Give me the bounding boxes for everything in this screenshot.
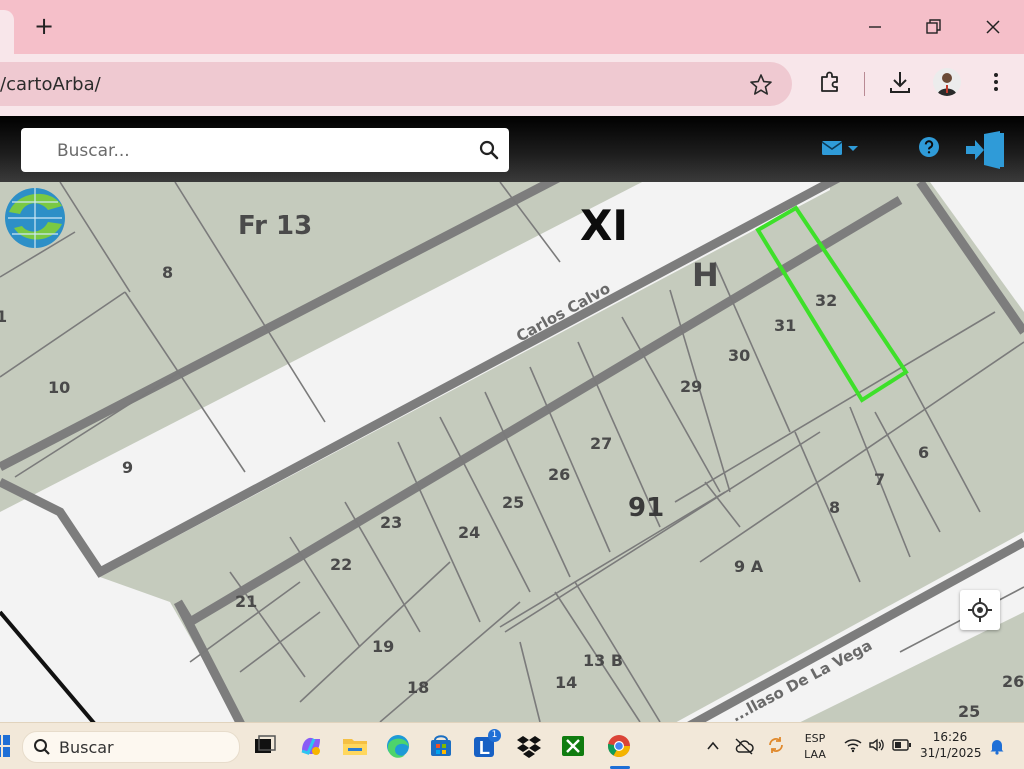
parcel-label: 6 [918,443,929,462]
close-window-button[interactable] [978,12,1008,42]
street-left [0,577,239,722]
minimize-icon [869,26,881,28]
profile-avatar[interactable] [933,68,961,96]
parcel-label: 10 [48,378,70,397]
chevron-up-icon[interactable] [706,739,720,753]
xbox-icon[interactable] [558,731,588,761]
parcel-label: 1 [0,307,7,326]
parcel-label: 9 A [734,557,764,576]
wifi-icon[interactable] [844,737,862,753]
parcel-label: 26 [1002,672,1024,691]
parcel-label: 9 [122,458,133,477]
parcel-label: 27 [590,434,612,453]
logout-icon[interactable] [964,130,1006,170]
lync-app[interactable]: L 1 [470,729,501,761]
dropbox-icon[interactable] [514,731,544,761]
start-icon[interactable] [0,735,10,757]
sync-icon[interactable] [766,735,786,755]
parcel-label: 29 [680,377,702,396]
parcel-label: 32 [815,291,837,310]
parcel-label: 25 [502,493,524,512]
person-icon [937,73,957,96]
parcel-label: 26 [548,465,570,484]
envelope-icon [821,141,843,155]
parcel-label: 22 [330,555,352,574]
parcel-label: 8 [162,263,173,282]
app-header [0,116,1024,182]
street-carlos-calvo [0,182,830,577]
download-icon[interactable] [886,68,914,96]
restore-icon [926,19,941,34]
bookmark-star-icon[interactable] [748,72,774,98]
chrome-icon[interactable] [604,731,634,761]
search-icon[interactable] [477,138,501,162]
extensions-icon[interactable] [816,68,844,96]
street-right [930,182,1024,312]
parcel-label: 31 [774,316,796,335]
task-view-icon[interactable] [250,731,280,761]
parcel-label: 23 [380,513,402,532]
parcel-label: 8 [829,498,840,517]
notification-bell-icon[interactable] [988,737,1006,755]
parcel-label: 21 [235,592,257,611]
cadastral-map[interactable]: Fr 13 XI H 91 Carlos Calvo ...llaso De L… [0,182,1024,722]
taskbar-search[interactable]: Buscar [22,731,240,763]
search-icon [34,739,50,755]
cloud-offline-icon[interactable] [734,737,754,755]
battery-icon[interactable] [892,739,912,751]
volume-icon[interactable] [868,737,886,753]
map-canvas[interactable]: Fr 13 XI H 91 Carlos Calvo ...llaso De L… [0,182,1024,722]
browser-tab-strip: + [0,0,1024,54]
taskbar-search-label: Buscar [59,738,114,757]
notification-badge: 1 [488,729,501,742]
parcel-label: 30 [728,346,750,365]
help-icon[interactable] [918,136,940,158]
toolbar-separator [864,72,865,96]
map-search-input[interactable] [55,138,469,164]
edge-icon[interactable] [383,731,413,761]
more-menu-icon[interactable] [982,68,1010,96]
map-search-box [21,128,509,172]
parcel-label: 13 B [583,651,623,670]
arba-logo-icon [5,188,65,248]
browser-toolbar: /cartoArba/ [0,54,1024,116]
parcel-label: 7 [874,470,885,489]
clock-date: 31/1/2025 [920,746,982,760]
parcel-label: 18 [407,678,429,697]
active-tab[interactable] [0,10,14,54]
block-label: 91 [628,493,664,523]
circ-label: XI [580,201,628,250]
crosshair-icon [968,598,992,622]
restore-button[interactable] [918,12,948,42]
clock-time: 16:26 [932,730,968,744]
windows-taskbar: Buscar L 1 ESP LAA 16:26 31/1/2025 [0,722,1024,769]
new-tab-button[interactable]: + [30,12,58,40]
caret-down-icon [848,146,858,151]
file-explorer-icon[interactable] [340,731,370,761]
copilot-icon[interactable] [296,731,326,761]
taskbar-clock[interactable]: 16:26 31/1/2025 [920,729,982,761]
close-icon [986,20,1000,34]
parcel-label: 24 [458,523,480,542]
mail-dropdown-button[interactable] [820,138,864,160]
parcel-label: 19 [372,637,394,656]
input-language-top[interactable]: ESP [800,732,830,745]
parcel-label: 14 [555,673,577,692]
svg-text:L: L [479,738,490,758]
minimize-button[interactable] [860,12,890,42]
section-label: H [692,256,719,294]
store-icon[interactable] [426,731,456,761]
address-bar[interactable]: /cartoArba/ [0,62,792,106]
parcel-label: 25 [958,702,980,721]
address-text[interactable]: /cartoArba/ [0,74,101,95]
input-language-bottom[interactable]: LAA [800,748,830,761]
fraction-label: Fr 13 [238,211,312,241]
locate-me-button[interactable] [960,590,1000,630]
